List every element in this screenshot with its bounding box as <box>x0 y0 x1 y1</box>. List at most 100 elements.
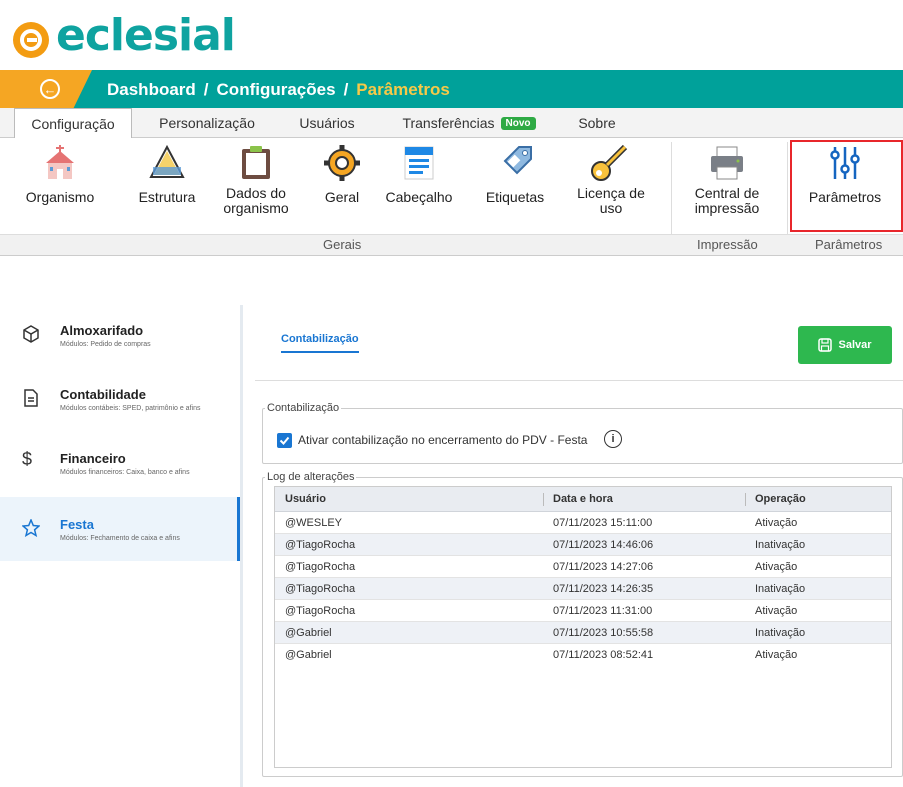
tab-label: Configuração <box>31 116 115 132</box>
sidebar-item-almoxarifado[interactable]: Almoxarifado Módulos: Pedido de compras <box>0 323 240 383</box>
breadcrumb-dashboard[interactable]: Dashboard <box>107 80 196 100</box>
ribbon-organismo-button[interactable]: Organismo <box>15 140 105 205</box>
breadcrumb-configuracoes[interactable]: Configurações <box>217 80 336 100</box>
ribbon-label: Estrutura <box>138 189 196 205</box>
ribbon-dados-organismo-button[interactable]: Dados do organismo <box>211 140 301 216</box>
tab-label: Transferências <box>402 115 495 131</box>
tab-usuarios[interactable]: Usuários <box>282 108 372 138</box>
column-data-hora[interactable]: Data e hora <box>553 493 613 505</box>
column-usuario[interactable]: Usuário <box>285 493 326 505</box>
sidebar-item-desc: Módulos: Pedido de compras <box>60 341 151 348</box>
group-gerais-label: Gerais <box>323 237 362 252</box>
table-row[interactable]: @TiagoRocha 07/11/2023 14:26:35 Inativaç… <box>275 578 891 600</box>
settings-sidebar: Almoxarifado Módulos: Pedido de compras … <box>0 305 243 787</box>
cell-data-hora: 07/11/2023 10:55:58 <box>553 627 654 639</box>
cell-operacao: Ativação <box>755 649 798 661</box>
table-row[interactable]: @Gabriel 07/11/2023 08:52:41 Ativação <box>275 644 891 666</box>
ribbon-groups: Gerais Impressão Parâmetros <box>0 234 903 256</box>
tab-sobre[interactable]: Sobre <box>562 108 632 138</box>
sidebar-item-desc: Módulos: Fechamento de caixa e afins <box>60 535 180 542</box>
new-badge: Novo <box>500 116 536 130</box>
sidebar-item-title: Festa <box>60 517 94 532</box>
key-icon <box>591 144 628 181</box>
table-row[interactable]: @Gabriel 07/11/2023 10:55:58 Inativação <box>275 622 891 644</box>
table-row[interactable]: @TiagoRocha 07/11/2023 14:27:06 Ativação <box>275 556 891 578</box>
ribbon-etiquetas-button[interactable]: Etiquetas <box>470 140 560 205</box>
tab-label: Usuários <box>299 115 355 131</box>
table-header: Usuário Data e hora Operação <box>275 487 891 512</box>
back-arrow-icon[interactable]: ← <box>40 79 60 99</box>
tab-transferencias[interactable]: Transferências Novo <box>384 108 554 138</box>
cell-operacao: Ativação <box>755 605 798 617</box>
printer-icon <box>711 146 743 180</box>
checkbox-label: Ativar contabilização no encerramento do… <box>298 433 588 447</box>
clipboard-icon <box>242 146 270 179</box>
document-icon <box>24 389 38 407</box>
tag-icon <box>503 146 532 175</box>
cell-data-hora: 07/11/2023 15:11:00 <box>553 517 653 529</box>
ativar-contabilizacao-checkbox[interactable] <box>277 433 292 448</box>
breadcrumb: Dashboard / Configurações / Parâmetros <box>107 80 450 100</box>
cell-usuario: @Gabriel <box>285 627 332 639</box>
ribbon-cabecalho-button[interactable]: Cabeçalho <box>374 140 464 205</box>
group-parametros-label: Parâmetros <box>815 237 883 252</box>
column-separator <box>543 493 544 506</box>
ribbon-label: Dados do organismo <box>223 185 289 216</box>
divider <box>255 380 903 381</box>
breadcrumb-separator: / <box>203 80 209 99</box>
tab-contabilizacao[interactable]: Contabilização <box>281 333 359 353</box>
save-button[interactable]: Salvar <box>798 326 892 364</box>
eclesial-logo-icon <box>13 22 49 58</box>
info-icon[interactable]: i <box>604 430 622 448</box>
cell-data-hora: 07/11/2023 14:27:06 <box>553 561 654 573</box>
logo-bar: eclesial <box>0 0 903 70</box>
cell-data-hora: 07/11/2023 14:46:06 <box>553 539 654 551</box>
sidebar-item-title: Almoxarifado <box>60 323 144 338</box>
cell-usuario: @TiagoRocha <box>285 561 356 573</box>
cell-usuario: @WESLEY <box>285 517 343 529</box>
table-row[interactable]: @WESLEY 07/11/2023 15:11:00 Ativação <box>275 512 891 534</box>
cell-operacao: Inativação <box>755 539 806 551</box>
cell-data-hora: 07/11/2023 08:52:41 <box>553 649 654 661</box>
pyramid-icon <box>149 144 185 178</box>
group-impressao-label: Impressão <box>697 237 758 252</box>
cell-operacao: Ativação <box>755 561 798 573</box>
tab-personalizacao[interactable]: Personalização <box>142 108 272 138</box>
ribbon-licenca-button[interactable]: Licença de uso <box>566 140 656 216</box>
ribbon-label: Cabeçalho <box>385 189 453 205</box>
column-separator <box>745 493 746 506</box>
cell-operacao: Inativação <box>755 627 806 639</box>
cell-data-hora: 07/11/2023 14:26:35 <box>553 583 654 595</box>
sidebar-item-title: Contabilidade <box>60 387 146 402</box>
app-logo-text: eclesial <box>56 10 236 61</box>
ribbon-label: Organismo <box>25 189 95 205</box>
sidebar-item-contabilidade[interactable]: Contabilidade Módulos contábeis: SPED, p… <box>0 387 240 447</box>
table-row[interactable]: @TiagoRocha 07/11/2023 14:46:06 Inativaç… <box>275 534 891 556</box>
check-icon <box>279 436 290 445</box>
breadcrumb-current: Parâmetros <box>356 80 450 99</box>
church-icon <box>46 145 74 179</box>
sidebar-item-title: Financeiro <box>60 451 126 466</box>
ribbon-label: Central de impressão <box>694 185 760 216</box>
table-row[interactable]: @TiagoRocha 07/11/2023 11:31:00 Ativação <box>275 600 891 622</box>
star-icon <box>22 519 40 537</box>
cell-usuario: @TiagoRocha <box>285 539 356 551</box>
cell-usuario: @Gabriel <box>285 649 332 661</box>
ribbon-central-impressao-button[interactable]: Central de impressão <box>682 140 772 216</box>
breadcrumb-separator: / <box>343 80 349 99</box>
section-legend: Contabilização <box>267 402 340 414</box>
sidebar-item-festa[interactable]: Festa Módulos: Fechamento de caixa e afi… <box>0 497 240 561</box>
cell-usuario: @TiagoRocha <box>285 605 356 617</box>
ribbon-estrutura-button[interactable]: Estrutura <box>122 140 212 205</box>
header-icon <box>404 146 434 180</box>
ribbon-label: Etiquetas <box>485 189 545 205</box>
tab-configuracao[interactable]: Configuração <box>14 108 132 139</box>
column-operacao[interactable]: Operação <box>755 493 806 505</box>
cell-data-hora: 07/11/2023 11:31:00 <box>553 605 653 617</box>
cell-operacao: Inativação <box>755 583 806 595</box>
log-table: Usuário Data e hora Operação @WESLEY 07/… <box>274 486 892 768</box>
dollar-icon: $ <box>22 449 33 469</box>
box-icon <box>23 325 39 343</box>
sidebar-item-desc: Módulos contábeis: SPED, patrimônio e af… <box>60 405 201 412</box>
highlight-box <box>790 140 903 232</box>
